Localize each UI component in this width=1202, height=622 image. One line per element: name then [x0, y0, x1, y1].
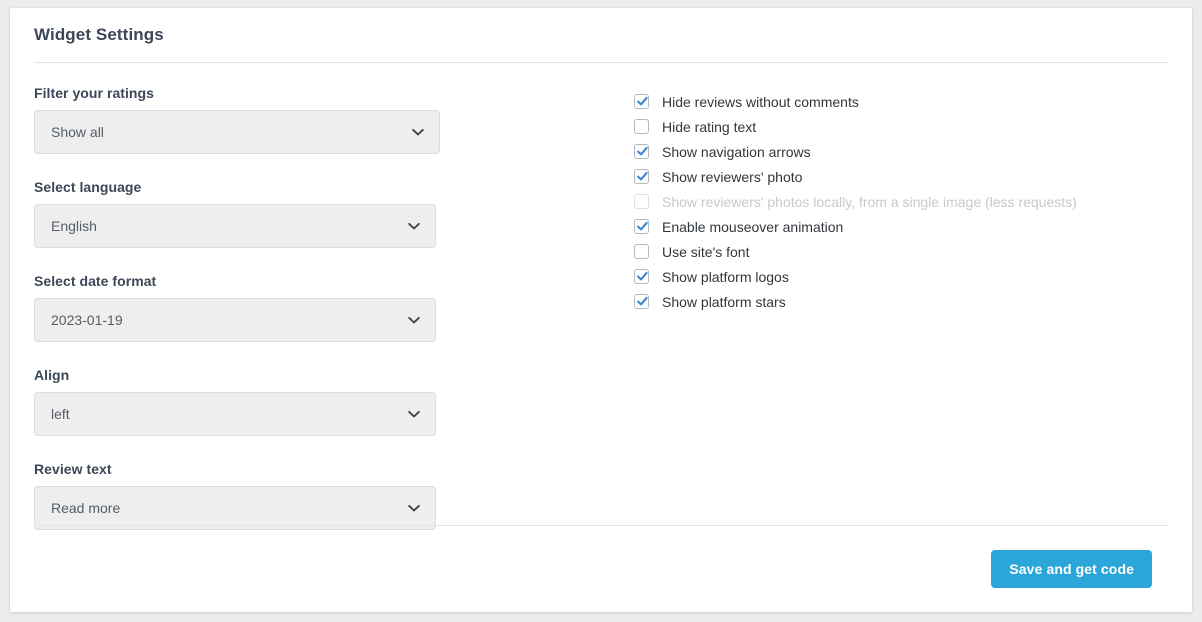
checkbox-show-platform-stars[interactable] — [634, 294, 649, 309]
select-value-align: left — [35, 406, 70, 422]
checkbox-label-hide-reviews-without-comments[interactable]: Hide reviews without comments — [662, 94, 859, 110]
option-row-show-reviewers-photos-locally: Show reviewers' photos locally, from a s… — [634, 189, 1168, 214]
option-row-hide-rating-text[interactable]: Hide rating text — [634, 114, 1168, 139]
field-review-text: Review text Read more — [34, 461, 464, 530]
select-review-text[interactable]: Read more — [34, 486, 436, 530]
label-align: Align — [34, 367, 464, 383]
select-select-date-format[interactable]: 2023-01-19 — [34, 298, 436, 342]
checkbox-hide-reviews-without-comments[interactable] — [634, 94, 649, 109]
label-review-text: Review text — [34, 461, 464, 477]
checkbox-show-reviewers-photo[interactable] — [634, 169, 649, 184]
select-value-review-text: Read more — [35, 500, 120, 516]
checkbox-show-navigation-arrows[interactable] — [634, 144, 649, 159]
checkbox-hide-rating-text[interactable] — [634, 119, 649, 134]
option-row-show-platform-stars[interactable]: Show platform stars — [634, 289, 1168, 314]
checkbox-label-hide-rating-text[interactable]: Hide rating text — [662, 119, 756, 135]
select-select-language[interactable]: English — [34, 204, 436, 248]
card-body: Filter your ratings Show all Select langua… — [10, 63, 1192, 530]
checkbox-label-show-platform-logos[interactable]: Show platform logos — [662, 269, 789, 285]
checkbox-enable-mouseover-animation[interactable] — [634, 219, 649, 234]
chevron-down-icon — [411, 125, 425, 139]
chevron-down-icon — [407, 501, 421, 515]
checkbox-show-reviewers-photos-locally — [634, 194, 649, 209]
select-align[interactable]: left — [34, 392, 436, 436]
chevron-down-icon — [407, 407, 421, 421]
card-footer: Save and get code — [10, 526, 1192, 612]
chevron-down-icon — [407, 313, 421, 327]
select-filter-ratings[interactable]: Show all — [34, 110, 440, 154]
option-row-show-reviewers-photo[interactable]: Show reviewers' photo — [634, 164, 1168, 189]
field-align: Align left — [34, 367, 464, 436]
settings-column-left: Filter your ratings Show all Select langua… — [34, 85, 464, 530]
label-select-language: Select language — [34, 179, 464, 195]
select-value-select-date-format: 2023-01-19 — [35, 312, 123, 328]
option-row-use-sites-font[interactable]: Use site's font — [634, 239, 1168, 264]
checkbox-use-sites-font[interactable] — [634, 244, 649, 259]
card-header: Widget Settings — [10, 8, 1192, 62]
field-select-date-format: Select date format 2023-01-19 — [34, 273, 464, 342]
page-title: Widget Settings — [34, 25, 164, 45]
checkbox-show-platform-logos[interactable] — [634, 269, 649, 284]
checkbox-label-show-platform-stars[interactable]: Show platform stars — [662, 294, 786, 310]
save-and-get-code-button[interactable]: Save and get code — [991, 550, 1152, 588]
option-row-show-platform-logos[interactable]: Show platform logos — [634, 264, 1168, 289]
checkbox-label-show-reviewers-photos-locally: Show reviewers' photos locally, from a s… — [662, 194, 1077, 210]
checkbox-label-show-navigation-arrows[interactable]: Show navigation arrows — [662, 144, 811, 160]
option-row-enable-mouseover-animation[interactable]: Enable mouseover animation — [634, 214, 1168, 239]
label-filter-ratings: Filter your ratings — [34, 85, 464, 101]
checkbox-label-show-reviewers-photo[interactable]: Show reviewers' photo — [662, 169, 802, 185]
chevron-down-icon — [407, 219, 421, 233]
checkbox-label-enable-mouseover-animation[interactable]: Enable mouseover animation — [662, 219, 843, 235]
checkbox-label-use-sites-font[interactable]: Use site's font — [662, 244, 750, 260]
select-value-filter-ratings: Show all — [35, 124, 104, 140]
field-select-language: Select language English — [34, 179, 464, 248]
settings-column-right: Hide reviews without comments Hide rating… — [464, 85, 1168, 530]
option-row-show-navigation-arrows[interactable]: Show navigation arrows — [634, 139, 1168, 164]
select-value-select-language: English — [35, 218, 97, 234]
option-row-hide-reviews-without-comments[interactable]: Hide reviews without comments — [634, 89, 1168, 114]
widget-settings-card: Widget Settings Filter your ratings Show … — [10, 8, 1192, 612]
label-select-date-format: Select date format — [34, 273, 464, 289]
field-filter-ratings: Filter your ratings Show all — [34, 85, 464, 154]
